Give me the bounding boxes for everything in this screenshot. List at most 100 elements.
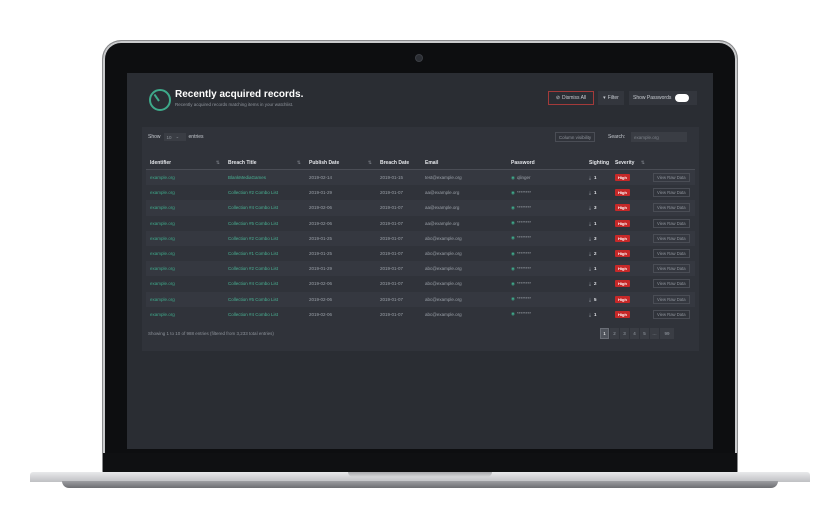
page-button[interactable]: 4 — [630, 328, 639, 339]
view-raw-data-button[interactable]: View Raw Data — [653, 218, 690, 228]
action-cell: View Raw Data — [649, 276, 695, 291]
password-value: ******** — [516, 265, 531, 271]
eye-icon[interactable]: ◉ — [511, 235, 515, 240]
sighting-cell: ⤓ 5 — [585, 291, 611, 307]
col-breach-date[interactable]: Breach Date — [376, 157, 421, 170]
identifier-link[interactable]: example.org — [146, 200, 224, 216]
download-icon[interactable]: ⤓ — [589, 281, 591, 286]
download-icon[interactable]: ⤓ — [589, 175, 591, 180]
eye-icon[interactable]: ◉ — [511, 175, 515, 180]
password-value: ******** — [516, 235, 531, 241]
action-cell: View Raw Data — [649, 169, 695, 186]
breach-title-link[interactable]: Collection #4 Combo List — [224, 200, 305, 216]
breach-title-link[interactable]: Collection #4 Combo List — [224, 307, 305, 322]
view-raw-data-button[interactable]: View Raw Data — [653, 233, 690, 243]
col-breach-title[interactable]: Breach Title ⇅ — [224, 157, 305, 170]
entries-select[interactable]: 10 ⌄ — [163, 133, 186, 141]
view-raw-data-button[interactable]: View Raw Data — [653, 249, 690, 259]
show-passwords-toggle[interactable]: Show Passwords — [629, 91, 697, 105]
publish-date: 2019-01-25 — [305, 230, 376, 246]
eye-icon[interactable]: ◉ — [511, 190, 515, 195]
eye-icon[interactable]: ◉ — [511, 205, 515, 210]
sighting-count: 1 — [594, 266, 597, 272]
view-raw-data-button[interactable]: View Raw Data — [653, 173, 690, 183]
view-raw-data-button[interactable]: View Raw Data — [653, 279, 690, 289]
identifier-link[interactable]: example.org — [146, 246, 224, 261]
sighting-cell: ⤓ 1 — [585, 216, 611, 231]
eye-icon[interactable]: ◉ — [511, 251, 515, 256]
page-button[interactable]: 99 — [660, 328, 674, 339]
identifier-link[interactable]: example.org — [146, 216, 224, 231]
table-row: example.org Collection #2 Combo List 2019-… — [146, 261, 695, 277]
sighting-count: 2 — [594, 281, 597, 287]
sighting-count: 1 — [594, 220, 597, 226]
breach-title-link[interactable]: Collection #5 Combo List — [224, 216, 305, 231]
identifier-link[interactable]: example.org — [146, 307, 224, 322]
breach-title-link[interactable]: Collection #2 Combo List — [224, 261, 305, 277]
laptop-bezel — [103, 453, 737, 473]
breach-title-link[interactable]: BlankMediaGames — [224, 169, 305, 186]
severity-cell: High — [611, 169, 649, 186]
col-password[interactable]: Password — [507, 157, 585, 170]
page-button[interactable]: 2 — [610, 328, 619, 339]
email: abc@example.org — [425, 311, 462, 317]
view-raw-data-button[interactable]: View Raw Data — [653, 203, 690, 213]
password-value: ******** — [516, 296, 531, 302]
col-publish-date[interactable]: Publish Date ⇅ — [305, 157, 376, 170]
eye-icon[interactable]: ◉ — [511, 281, 515, 286]
severity-badge: High — [615, 174, 630, 182]
download-icon[interactable]: ⤓ — [589, 251, 591, 256]
dismiss-all-button[interactable]: ⊘ Dismiss All — [548, 91, 594, 105]
identifier-link[interactable]: example.org — [146, 169, 224, 186]
filter-button[interactable]: ▾ Filter — [598, 91, 624, 105]
download-icon[interactable]: ⤓ — [589, 205, 591, 210]
eye-icon[interactable]: ◉ — [511, 296, 515, 301]
breach-title-link[interactable]: Collection #4 Combo List — [224, 276, 305, 291]
col-email[interactable]: Email — [421, 157, 507, 170]
publish-date: 2019-02-06 — [305, 200, 376, 216]
download-icon[interactable]: ⤓ — [589, 266, 591, 271]
col-identifier[interactable]: Identifier ⇅ — [146, 157, 224, 170]
column-visibility-button[interactable]: Column visibility — [555, 132, 595, 142]
breach-title-link[interactable]: Collection #5 Combo List — [224, 291, 305, 307]
password-value: ******** — [516, 250, 531, 256]
view-raw-data-button[interactable]: View Raw Data — [653, 309, 690, 319]
table-row: example.org Collection #4 Combo List 2019-… — [146, 307, 695, 322]
eye-icon[interactable]: ◉ — [511, 220, 515, 225]
page-button[interactable]: 1 — [600, 328, 609, 339]
page-button[interactable]: 5 — [640, 328, 649, 339]
download-icon[interactable]: ⤓ — [589, 221, 591, 226]
breach-title-link[interactable]: Collection #2 Combo List — [224, 185, 305, 200]
action-cell: View Raw Data — [649, 307, 695, 322]
breach-date: 2019-01-07 — [376, 261, 421, 277]
identifier-link[interactable]: example.org — [146, 291, 224, 307]
identifier-link[interactable]: example.org — [146, 185, 224, 200]
search-input[interactable] — [631, 132, 687, 142]
col-sighting[interactable]: Sighting — [585, 157, 611, 170]
download-icon[interactable]: ⤓ — [589, 190, 591, 195]
eye-icon[interactable]: ◉ — [511, 311, 515, 316]
identifier-link[interactable]: example.org — [146, 276, 224, 291]
col-severity[interactable]: Severity ⇅ — [611, 157, 649, 170]
identifier-link[interactable]: example.org — [146, 261, 224, 277]
page-subtitle: Recently acquired records matching items… — [175, 102, 294, 107]
view-raw-data-button[interactable]: View Raw Data — [653, 294, 690, 304]
download-icon[interactable]: ⤓ — [589, 297, 591, 302]
sort-icon: ⇅ — [367, 160, 372, 166]
identifier-link[interactable]: example.org — [146, 230, 224, 246]
sighting-count: 3 — [594, 205, 597, 211]
dismiss-all-label: Dismiss All — [562, 95, 587, 101]
download-icon[interactable]: ⤓ — [589, 312, 591, 317]
severity-badge: High — [615, 295, 630, 303]
view-raw-data-button[interactable]: View Raw Data — [653, 188, 690, 198]
toggle-switch[interactable] — [675, 94, 690, 102]
breach-title-link[interactable]: Collection #2 Combo List — [224, 230, 305, 246]
sort-icon: ⇅ — [640, 160, 645, 166]
page-button[interactable]: 3 — [620, 328, 629, 339]
eye-icon[interactable]: ◉ — [511, 266, 515, 271]
sighting-count: 1 — [594, 175, 597, 181]
download-icon[interactable]: ⤓ — [589, 236, 591, 241]
breach-title-link[interactable]: Collection #1 Combo List — [224, 246, 305, 261]
entries-label: entries — [188, 134, 204, 140]
view-raw-data-button[interactable]: View Raw Data — [653, 264, 690, 274]
